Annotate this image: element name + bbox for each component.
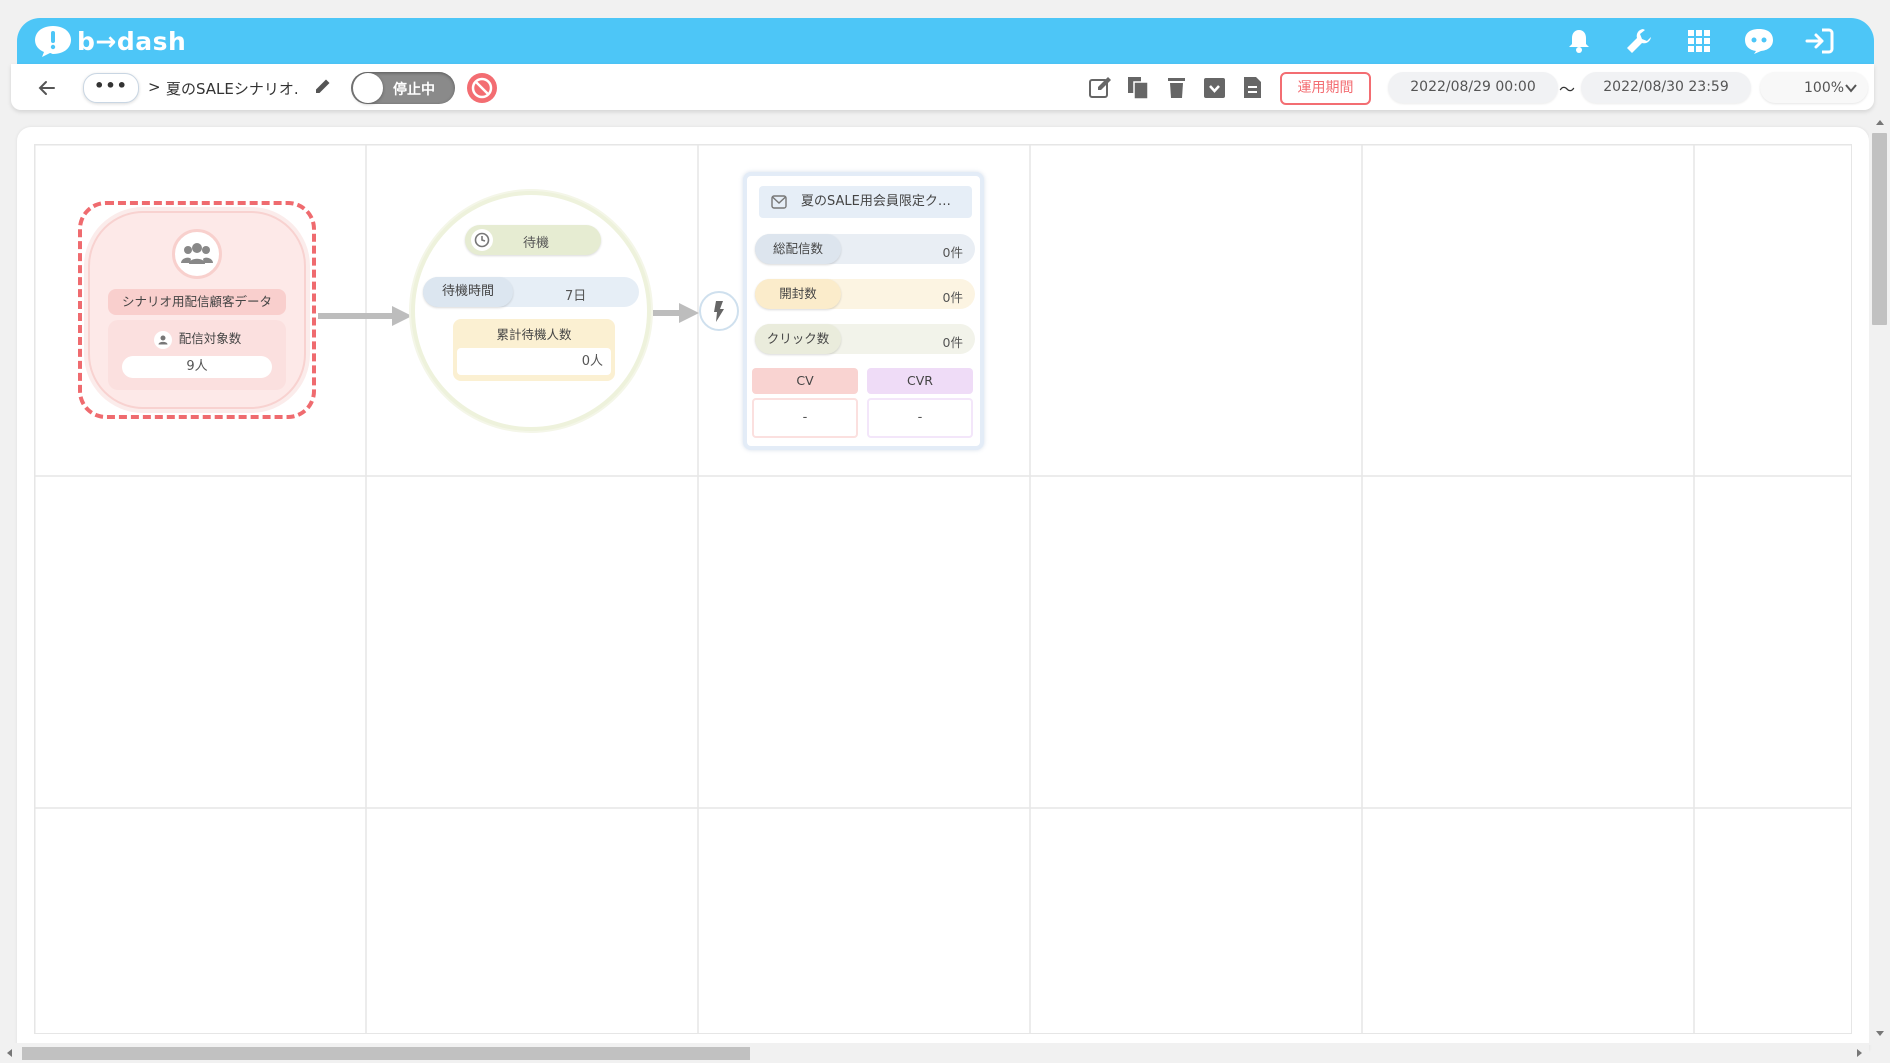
lightning-icon (714, 301, 724, 322)
wait-type-label: 待機 (523, 236, 550, 251)
logout-icon[interactable] (1802, 25, 1836, 57)
edit-icon[interactable] (1088, 75, 1113, 100)
logo-text: b→dash (77, 26, 187, 56)
segment-count-row: 配信対象数 (108, 328, 286, 350)
top-header-bar: b→dash (17, 18, 1874, 64)
scroll-down-arrow-icon[interactable] (1875, 1028, 1885, 1038)
horizontal-scroll-thumb[interactable] (22, 1047, 750, 1060)
horizontal-scrollbar[interactable] (0, 1043, 1869, 1063)
bell-icon[interactable] (1562, 25, 1596, 57)
wait-time-row: 待機時間 7日 (423, 277, 639, 307)
trash-icon[interactable] (1164, 75, 1189, 100)
users-group-icon (181, 243, 213, 264)
mail-title: 夏のSALE用会員限定ク… (801, 194, 951, 209)
chat-robot-icon[interactable] (1742, 25, 1776, 57)
scenario-name: 夏のSALEシナリオ. (166, 80, 299, 98)
wait-time-label: 待機時間 (423, 277, 513, 307)
wrench-icon[interactable] (1622, 25, 1656, 57)
zoom-select[interactable]: 100% (1760, 72, 1868, 103)
stat-value-sent: 0件 (942, 245, 963, 260)
apps-grid-icon[interactable] (1682, 25, 1716, 57)
segment-count-box: 配信対象数 9人 (108, 320, 286, 390)
wait-type-pill: 待機 (465, 225, 601, 255)
stat-row-sent: 総配信数 0件 (755, 234, 975, 264)
segment-icon-circle (172, 229, 222, 279)
breadcrumb-more-button[interactable]: ••• (83, 73, 139, 103)
envelope-icon (771, 195, 787, 209)
archive-icon[interactable] (1202, 75, 1227, 100)
stat-row-open: 開封数 0件 (755, 279, 975, 309)
cv-value: - (752, 398, 858, 438)
vertical-scrollbar[interactable] (1869, 115, 1890, 1045)
copy-icon[interactable] (1126, 75, 1151, 100)
person-icon (153, 330, 172, 349)
date-range-tilde: 〜 (1559, 80, 1576, 99)
start-date-field[interactable]: 2022/08/29 00:00 (1388, 72, 1558, 103)
toggle-knob (353, 73, 383, 103)
cvr-value: - (867, 398, 973, 438)
wait-node[interactable]: 待機 待機時間 7日 累計待機人数 0人 (411, 191, 651, 431)
scenario-toolbar: ••• > 夏のSALEシナリオ. 停止中 運用期間 2022/08/29 00… (11, 64, 1874, 110)
scroll-left-arrow-icon[interactable] (5, 1048, 15, 1058)
wait-total-value: 0人 (457, 348, 611, 375)
operation-period-button[interactable]: 運用期間 (1280, 72, 1371, 105)
stat-label-sent: 総配信数 (755, 234, 841, 264)
clock-icon (471, 229, 493, 251)
stat-label-open: 開封数 (755, 279, 841, 309)
cvr-header: CVR (867, 368, 973, 394)
toggle-status-label: 停止中 (393, 82, 435, 98)
segment-title: シナリオ用配信顧客データ (108, 289, 286, 315)
wait-total-label: 累計待機人数 (496, 327, 572, 342)
end-date-field[interactable]: 2022/08/30 23:59 (1581, 72, 1751, 103)
trigger-node[interactable] (699, 291, 739, 331)
mail-node[interactable]: 夏のSALE用会員限定ク… 総配信数 0件 開封数 0件 クリック数 0件 CV… (743, 172, 984, 450)
logo[interactable]: b→dash (33, 24, 186, 58)
mail-title-bar: 夏のSALE用会員限定ク… (759, 186, 972, 218)
segment-count-label: 配信対象数 (178, 331, 242, 346)
breadcrumb-separator: > (148, 78, 161, 96)
document-icon[interactable] (1240, 75, 1265, 100)
cv-header: CV (752, 368, 858, 394)
vertical-scroll-thumb[interactable] (1872, 133, 1887, 325)
connector-arrow (653, 303, 699, 323)
stat-value-click: 0件 (942, 335, 963, 350)
scroll-up-arrow-icon[interactable] (1875, 118, 1885, 128)
stat-label-click: クリック数 (755, 324, 841, 354)
segment-node[interactable]: シナリオ用配信顧客データ 配信対象数 9人 (88, 211, 306, 409)
no-stop-icon[interactable] (466, 72, 498, 104)
stat-value-open: 0件 (942, 290, 963, 305)
scroll-right-arrow-icon[interactable] (1854, 1048, 1864, 1058)
scenario-status-toggle[interactable]: 停止中 (351, 72, 455, 104)
segment-count-value: 9人 (122, 356, 272, 378)
edit-name-pencil-icon[interactable] (313, 76, 333, 96)
wait-total-box: 累計待機人数 0人 (453, 319, 615, 381)
back-arrow-icon[interactable] (35, 76, 59, 100)
connector-arrow (318, 306, 412, 326)
logo-bubble-icon (35, 26, 71, 57)
chevron-down-icon (1845, 84, 1857, 93)
wait-time-value: 7日 (565, 289, 587, 304)
zoom-value: 100% (1804, 80, 1845, 96)
stat-row-click: クリック数 0件 (755, 324, 975, 354)
